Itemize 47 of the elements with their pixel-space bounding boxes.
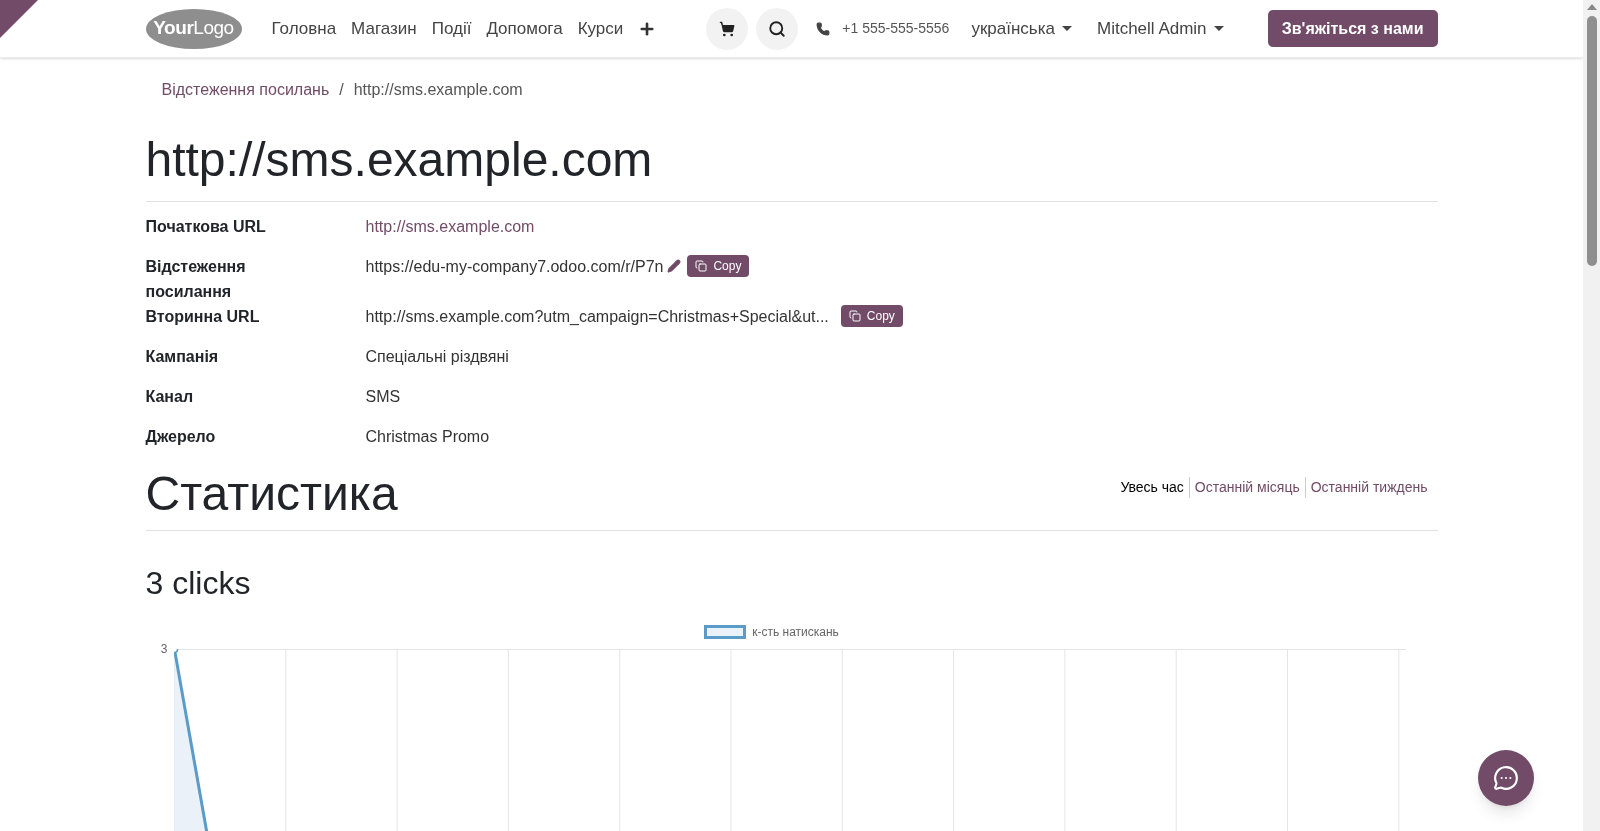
nav-link[interactable]: Курси (577, 15, 624, 42)
field-label: Кампанія (145, 347, 220, 367)
nav-link[interactable]: Магазин (351, 15, 417, 42)
copy-button[interactable]: Copy (840, 305, 903, 327)
language-dropdown[interactable]: українська (971, 15, 1072, 42)
nav-link[interactable]: Події (431, 15, 472, 42)
field-label: Канал (145, 387, 195, 407)
cart-icon (719, 20, 736, 37)
field-value: http://sms.example.com?utm_campaign=Christmas+Special&ut... (365, 307, 829, 327)
field-value: Christmas Promo (365, 427, 490, 447)
period-filter[interactable]: Останній тиждень (1304, 477, 1433, 498)
clicks-count: 3 clicks (145, 564, 252, 603)
legend-label: к-сть натискань (752, 624, 839, 641)
field-value: SMS (365, 387, 401, 407)
search-icon (768, 19, 787, 38)
field-label: Відстеження посилання (145, 257, 247, 302)
breadcrumb-separator: / (339, 80, 344, 100)
phone-icon (816, 21, 831, 36)
contact-button[interactable]: Зв'яжіться з нами (1267, 10, 1438, 47)
field-value: https://edu-my-company7.odoo.com/r/P7n (365, 257, 664, 277)
caret-icon (1061, 26, 1072, 31)
user-dropdown[interactable]: Mitchell Admin (1096, 15, 1224, 42)
copy-button[interactable]: Copy (687, 255, 750, 277)
corner-ribbon-icon[interactable] (0, 0, 38, 38)
nav-link[interactable]: Головна (271, 15, 337, 42)
field-label: Початкова URL (145, 217, 267, 237)
field-label: Джерело (145, 427, 217, 447)
legend-swatch (704, 625, 747, 639)
edit-icon[interactable] (667, 259, 682, 273)
copy-icon (848, 310, 861, 322)
section-title: Статистика (145, 466, 398, 522)
caret-icon (1213, 26, 1224, 31)
page-title: http://sms.example.com (145, 131, 1438, 202)
axis-label: 3 (159, 643, 169, 658)
period-filter[interactable]: Останній місяць (1188, 477, 1305, 498)
phone-number[interactable]: +1 555-555-5556 (842, 18, 950, 39)
field-value: Спеціальні різдвяні (365, 347, 509, 367)
copy-icon (695, 260, 708, 272)
scrollbar[interactable] (1583, 0, 1600, 831)
breadcrumb-item: http://sms.example.com (353, 80, 523, 100)
url-link[interactable]: http://sms.example.com (365, 214, 535, 239)
breadcrumb-item[interactable]: Відстеження посилань (161, 78, 330, 102)
chat-icon (1493, 765, 1519, 791)
field-label: Вторинна URL (145, 307, 261, 327)
chat-button[interactable] (1478, 750, 1534, 806)
nav-link[interactable]: Допомога (486, 15, 563, 42)
period-filter[interactable]: Увесь час (1115, 477, 1189, 498)
